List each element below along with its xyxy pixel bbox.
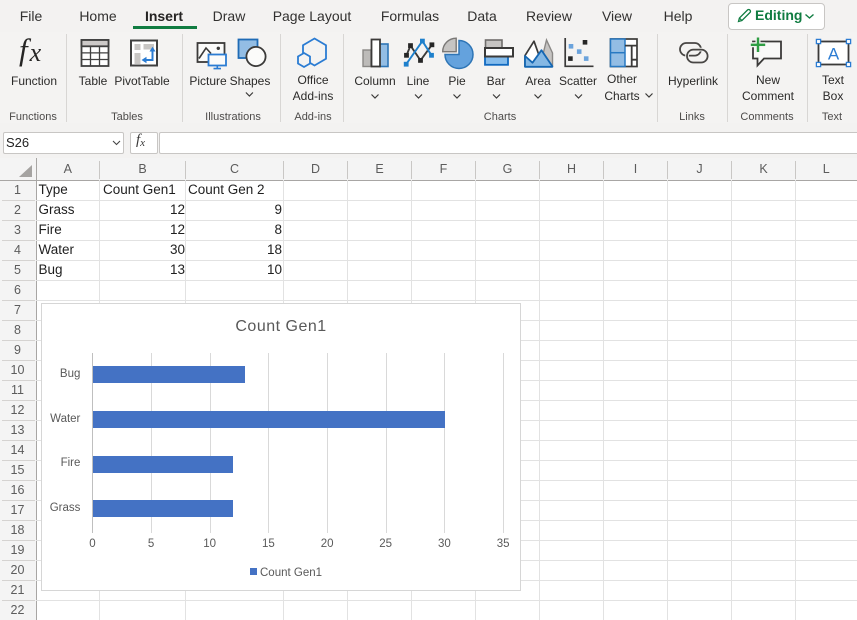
svg-text:A: A — [828, 45, 840, 64]
